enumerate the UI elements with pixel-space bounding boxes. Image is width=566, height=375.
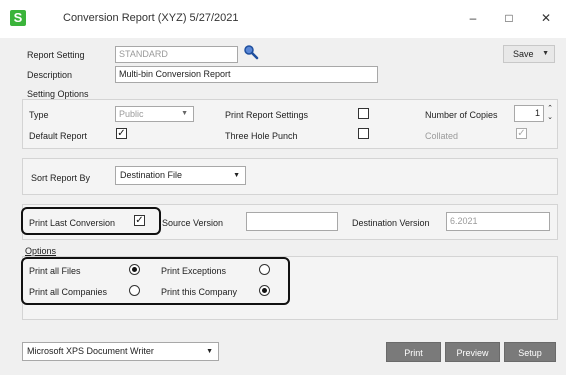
chevron-down-icon[interactable]: ▼	[233, 167, 240, 184]
source-version-label: Source Version	[162, 218, 224, 228]
title-bar: S Conversion Report (XYZ) 5/27/2021 – □ …	[0, 0, 566, 38]
search-icon[interactable]	[243, 44, 259, 60]
number-of-copies-label: Number of Copies	[425, 110, 498, 120]
three-hole-punch-label: Three Hole Punch	[225, 131, 298, 141]
destination-version-label: Destination Version	[352, 218, 430, 228]
type-value: Public	[119, 109, 144, 119]
description-label: Description	[27, 70, 73, 80]
spin-down-icon[interactable]: ⌄	[545, 113, 555, 122]
default-report-checkbox[interactable]: ✓	[116, 128, 127, 139]
sort-panel	[22, 158, 558, 195]
spin-up-icon[interactable]: ⌃	[545, 104, 555, 113]
setting-options-heading: Setting Options	[27, 89, 89, 99]
print-button[interactable]: Print	[386, 342, 441, 362]
collated-checkbox[interactable]: ✓	[516, 128, 527, 139]
report-setting-field[interactable]: STANDARD	[115, 46, 238, 63]
chevron-down-icon[interactable]: ▼	[542, 50, 549, 57]
save-button-label: Save	[513, 49, 534, 59]
number-of-copies-field[interactable]: 1	[514, 105, 544, 122]
preview-button[interactable]: Preview	[445, 342, 500, 362]
chevron-down-icon[interactable]: ▼	[181, 107, 188, 121]
sort-report-by-label: Sort Report By	[31, 173, 91, 183]
printer-value: Microsoft XPS Document Writer	[27, 346, 154, 356]
minimize-button[interactable]: –	[463, 8, 483, 28]
close-button[interactable]: ✕	[536, 8, 556, 28]
destination-version-field[interactable]: 6.2021	[446, 212, 550, 231]
printer-select[interactable]: Microsoft XPS Document Writer ▼	[22, 342, 219, 361]
conversion-report-window: S Conversion Report (XYZ) 5/27/2021 – □ …	[0, 0, 566, 375]
type-select[interactable]: Public ▼	[115, 106, 194, 122]
setup-button[interactable]: Setup	[504, 342, 556, 362]
sort-report-by-select[interactable]: Destination File ▼	[115, 166, 246, 185]
app-icon: S	[10, 10, 26, 26]
report-setting-label: Report Setting	[27, 50, 85, 60]
chevron-down-icon[interactable]: ▼	[206, 343, 213, 360]
highlight-box-print-last-conversion	[21, 207, 161, 235]
default-report-label: Default Report	[29, 131, 88, 141]
three-hole-punch-checkbox[interactable]	[358, 128, 369, 139]
maximize-button[interactable]: □	[499, 8, 519, 28]
description-field[interactable]: Multi-bin Conversion Report	[115, 66, 378, 83]
print-report-settings-label: Print Report Settings	[225, 110, 309, 120]
window-title: Conversion Report (XYZ) 5/27/2021	[63, 12, 239, 24]
sort-report-by-value: Destination File	[120, 170, 183, 180]
source-version-field[interactable]	[246, 212, 338, 231]
setting-options-panel	[22, 99, 558, 149]
options-heading: Options	[25, 246, 57, 256]
copies-spinner[interactable]: ⌃ ⌄	[545, 104, 555, 123]
print-report-settings-checkbox[interactable]	[358, 108, 369, 119]
collated-label: Collated	[425, 131, 459, 141]
highlight-box-options	[21, 257, 290, 305]
save-button[interactable]: Save ▼	[503, 45, 555, 63]
type-label: Type	[29, 110, 49, 120]
